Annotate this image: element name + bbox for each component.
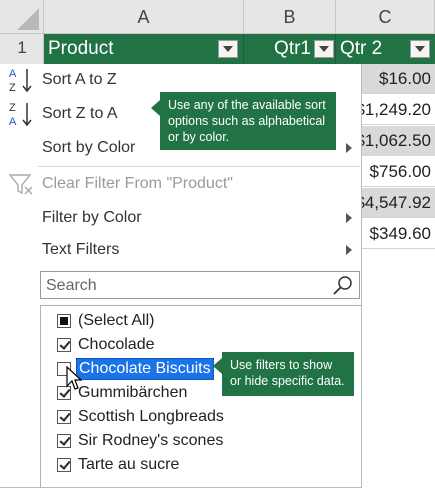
svg-text:A: A xyxy=(9,68,17,80)
select-all-checkbox[interactable] xyxy=(57,314,71,328)
search-input[interactable]: Search xyxy=(40,271,360,299)
table-cell-qtr2[interactable]: $1,062.50 xyxy=(362,126,435,156)
row-number[interactable]: 1 xyxy=(0,38,44,58)
menu-item-clear-filter: Clear Filter From "Product" xyxy=(0,168,362,200)
select-all-corner[interactable] xyxy=(0,0,44,34)
header-cell-qtr2[interactable]: Qtr 2 xyxy=(336,34,435,64)
sort-z-to-a-icon: Z A xyxy=(9,102,32,128)
column-header-b[interactable]: B xyxy=(244,0,336,34)
qtr1-filter-dropdown-button[interactable] xyxy=(314,40,334,58)
submenu-arrow-icon xyxy=(346,213,352,223)
header-product-label: Product xyxy=(48,38,114,59)
list-item-label: Tarte au sucre xyxy=(78,456,180,473)
table-cell-qtr2[interactable]: $756.00 xyxy=(362,157,435,187)
sort-z-to-a-label: Sort Z to A xyxy=(42,105,118,122)
chevron-down-icon xyxy=(319,46,329,52)
column-header-bar: A B C xyxy=(0,0,435,34)
list-item[interactable]: Sir Rodney's scones xyxy=(57,429,225,453)
search-icon xyxy=(333,276,352,295)
item-checkbox[interactable] xyxy=(57,338,71,352)
list-item-select-all[interactable]: (Select All) xyxy=(57,309,156,333)
list-item-label: (Select All) xyxy=(78,312,155,329)
list-item-label: Scottish Longbreads xyxy=(78,408,224,425)
sort-by-color-label: Sort by Color xyxy=(42,139,136,156)
menu-item-filter-by-color[interactable]: Filter by Color xyxy=(0,202,362,234)
clear-filter-icon xyxy=(8,174,33,195)
header-qtr2-label: Qtr 2 xyxy=(340,38,383,59)
table-cell-qtr2[interactable]: $4,547.92 xyxy=(362,188,435,218)
item-checkbox[interactable] xyxy=(57,458,71,472)
svg-text:Z: Z xyxy=(9,102,16,114)
list-item-label: Gummibärchen xyxy=(78,384,188,401)
header-qtr1-label: Qtr1 xyxy=(274,38,311,59)
chevron-down-icon xyxy=(415,46,425,52)
text-filters-label: Text Filters xyxy=(42,241,120,258)
table-cell-qtr2[interactable]: $1,249.20 xyxy=(362,95,435,125)
item-checkbox[interactable] xyxy=(57,410,71,424)
submenu-arrow-icon xyxy=(346,143,352,153)
filter-tooltip: Use filters to show or hide specific dat… xyxy=(213,352,354,396)
menu-item-text-filters[interactable]: Text Filters xyxy=(0,234,362,266)
table-cell-qtr2[interactable]: $16.00 xyxy=(362,64,435,94)
submenu-arrow-icon xyxy=(346,245,352,255)
table-header-row: Product Qtr1 Qtr 2 xyxy=(44,34,435,64)
sort-a-to-z-icon: A Z xyxy=(9,68,32,94)
list-item-label: Sir Rodney's scones xyxy=(78,432,224,449)
column-header-a[interactable]: A xyxy=(44,0,244,34)
filter-values-list[interactable]: (Select All) Chocolade Chocolate Biscuit… xyxy=(40,305,362,488)
select-all-triangle-icon xyxy=(17,8,39,30)
item-checkbox[interactable] xyxy=(57,434,71,448)
list-item-label: Chocolate Biscuits xyxy=(76,358,214,380)
svg-text:A: A xyxy=(9,116,17,128)
chevron-down-icon xyxy=(223,46,233,52)
qtr2-filter-dropdown-button[interactable] xyxy=(410,40,430,58)
header-cell-qtr1[interactable]: Qtr1 xyxy=(244,34,336,64)
sort-tooltip: Use any of the available sort options su… xyxy=(151,92,336,150)
svg-text:Z: Z xyxy=(9,82,16,94)
list-item[interactable]: Tarte au sucre xyxy=(57,453,181,477)
header-cell-product[interactable]: Product xyxy=(44,34,244,64)
menu-divider xyxy=(38,166,360,167)
column-header-c[interactable]: C xyxy=(336,0,435,34)
sort-a-to-z-label: Sort A to Z xyxy=(42,71,117,88)
table-cell-qtr2[interactable]: $349.60 xyxy=(362,219,435,249)
product-filter-dropdown-button[interactable] xyxy=(218,40,238,58)
clear-filter-label: Clear Filter From "Product" xyxy=(42,175,233,192)
filter-by-color-label: Filter by Color xyxy=(42,209,142,226)
list-item[interactable]: Scottish Longbreads xyxy=(57,405,226,429)
list-item[interactable]: Chocolade xyxy=(57,333,157,357)
search-placeholder: Search xyxy=(46,277,97,294)
list-item-label: Chocolade xyxy=(78,336,155,353)
mouse-pointer-icon xyxy=(66,366,82,390)
